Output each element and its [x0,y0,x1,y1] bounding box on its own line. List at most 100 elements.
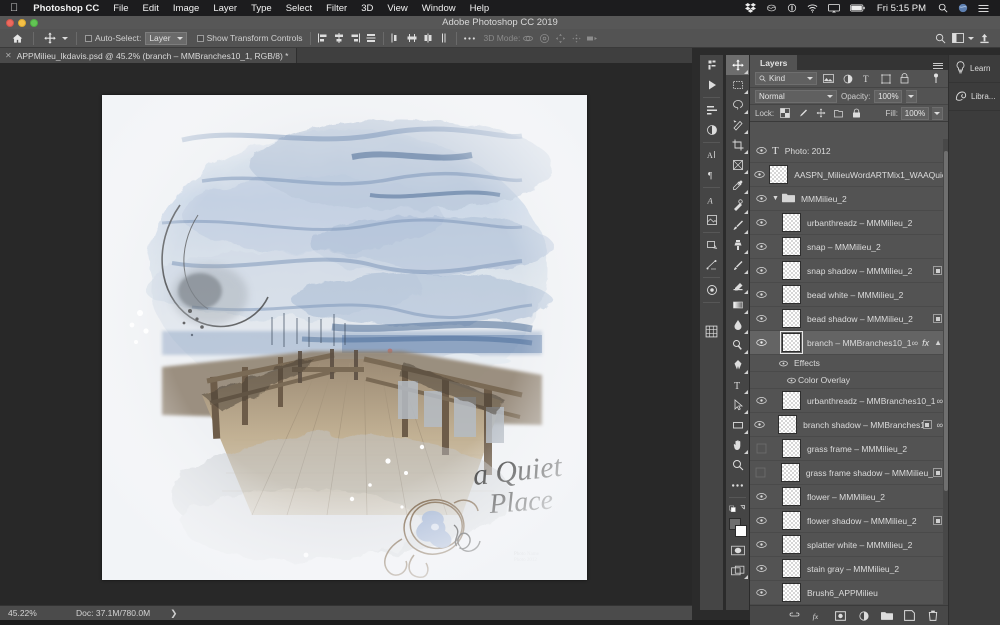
spot-healing-brush-icon[interactable] [726,195,749,215]
control-center-icon[interactable] [973,4,994,13]
menu-layer[interactable]: Layer [206,3,244,14]
workspace-icon[interactable] [950,30,966,46]
rail-item-libraries[interactable]: Libra... [949,83,1000,111]
fill-slider-toggle[interactable] [932,106,943,120]
smart-filter-mask-icon[interactable] [933,468,942,477]
scrollbar-thumb[interactable] [943,151,948,491]
menu-image[interactable]: Image [166,3,206,14]
opacity-slider-toggle[interactable] [906,89,918,103]
align-right-edges-icon[interactable] [347,30,363,46]
lock-all-icon[interactable] [849,106,864,120]
play-action-icon[interactable] [700,75,723,95]
layer-effects-fx-icon[interactable]: fx [922,338,929,348]
distribute-horizontal-centers-icon[interactable] [404,30,420,46]
table-row[interactable]: stain gray – MMMilieu_2 [750,557,948,581]
distribute-vertical-icon[interactable] [436,30,452,46]
table-row[interactable]: Brush6_APPMilieu [750,581,948,605]
filter-adjustment-icon[interactable] [840,72,855,86]
layer-thumbnail[interactable] [782,237,801,256]
distribute-right-icon[interactable] [420,30,436,46]
chevron-up-icon[interactable]: ▲ [934,338,942,347]
table-row[interactable]: splatter white – MMMilieu_2 [750,533,948,557]
layer-thumbnail[interactable] [782,391,801,410]
add-layer-mask-icon[interactable] [833,609,848,623]
quick-mask-icon[interactable] [726,540,749,560]
layer-filter-kind-dropdown[interactable]: Kind [755,72,817,85]
fill-value-field[interactable]: 100% [901,106,929,120]
more-options-icon[interactable] [461,30,477,46]
character-panel-icon[interactable]: A [700,145,723,165]
layer-visibility-toggle[interactable] [750,533,772,557]
layer-thumbnail[interactable] [782,261,801,280]
lock-artboard-nesting-icon[interactable] [831,106,846,120]
apple-logo-icon[interactable]:  [10,2,18,14]
do-not-disturb-icon[interactable] [782,3,802,13]
cloud-sync-icon[interactable] [761,3,782,13]
dodge-tool-icon[interactable] [726,335,749,355]
artboard[interactable]: a Quiet Place Photo Name Photo 2012 [102,95,587,580]
measure-icon[interactable] [700,255,723,275]
dropbox-icon[interactable] [740,3,761,13]
smart-filter-mask-icon[interactable] [933,266,942,275]
table-row[interactable]: urbanthreadz – MMBranches10_1 ∞ [750,389,948,413]
spotlight-search-icon[interactable] [933,3,953,13]
layer-thumbnail[interactable] [782,439,801,458]
auto-select-checkbox[interactable]: Auto-Select: [81,29,145,48]
layer-visibility-toggle[interactable] [750,413,769,437]
background-color-swatch[interactable] [735,525,747,537]
table-row[interactable]: ▼ MMMilieu_2 [750,187,948,211]
layer-visibility-toggle[interactable] [750,581,772,605]
pen-tool-icon[interactable] [726,355,749,375]
history-brush-icon[interactable] [726,255,749,275]
layer-thumbnail[interactable] [782,285,801,304]
show-transform-controls-checkbox[interactable]: Show Transform Controls [193,29,307,48]
default-colors-and-swap[interactable] [726,500,749,514]
zoom-tool-icon[interactable] [726,455,749,475]
table-row[interactable]: urbanthreadz – MMMilieu_2 [750,211,948,235]
blend-mode-dropdown[interactable]: Normal [755,89,837,103]
clone-stamp-icon[interactable] [726,235,749,255]
filter-toggle-icon[interactable] [928,72,943,86]
table-row[interactable]: bead shadow – MMMilieu_2 [750,307,948,331]
menu-edit[interactable]: Edit [136,3,166,14]
align-left-edges-icon[interactable] [315,30,331,46]
align-horizontal-centers-icon[interactable] [331,30,347,46]
menu-filter[interactable]: Filter [319,3,354,14]
home-button[interactable] [5,29,29,48]
airplay-icon[interactable] [823,3,845,13]
siri-icon[interactable] [953,3,973,13]
align-top-edges-icon[interactable] [363,30,379,46]
lock-transparent-pixels-icon[interactable] [777,106,792,120]
layer-visibility-toggle[interactable] [750,211,772,235]
layer-visibility-toggle[interactable] [750,187,772,211]
table-row[interactable]: branch – MMBranches10_1 ∞ fx ▲ [750,331,948,355]
lock-position-icon[interactable] [813,106,828,120]
edit-toolbar-icon[interactable] [726,475,749,495]
layer-visibility-toggle[interactable] [750,235,772,259]
layer-visibility-toggle[interactable] [750,509,772,533]
effect-visibility-toggle[interactable] [784,372,798,389]
link-layers-icon[interactable]: ∞ [937,396,944,406]
new-adjustment-layer-icon[interactable] [856,609,871,623]
auto-select-scope-dropdown[interactable]: Layer [145,31,187,45]
table-row[interactable]: grass frame – MMMilieu_2 [750,437,948,461]
blur-tool-icon[interactable] [726,315,749,335]
lock-image-pixels-icon[interactable] [795,106,810,120]
layer-visibility-toggle[interactable] [750,139,772,163]
brush-tool-icon[interactable] [726,215,749,235]
canvas-area[interactable]: a Quiet Place Photo Name Photo 2012 [0,63,692,605]
share-icon[interactable] [976,30,992,46]
table-row[interactable]: bead white – MMMilieu_2 [750,283,948,307]
crop-tool-icon[interactable] [726,135,749,155]
close-tab-icon[interactable]: ✕ [5,51,12,60]
menu-select[interactable]: Select [279,3,319,14]
layer-visibility-toggle[interactable] [750,485,772,509]
layer-visibility-toggle[interactable] [750,283,772,307]
link-layers-icon[interactable] [787,609,802,623]
distribute-left-icon[interactable] [388,30,404,46]
effects-visibility-toggle[interactable] [772,355,794,372]
battery-icon[interactable] [845,4,870,12]
table-row[interactable]: T Photo: 2012 [750,139,948,163]
menu-photoshop-cc[interactable]: Photoshop CC [26,3,106,14]
current-tool-button[interactable] [38,29,72,48]
